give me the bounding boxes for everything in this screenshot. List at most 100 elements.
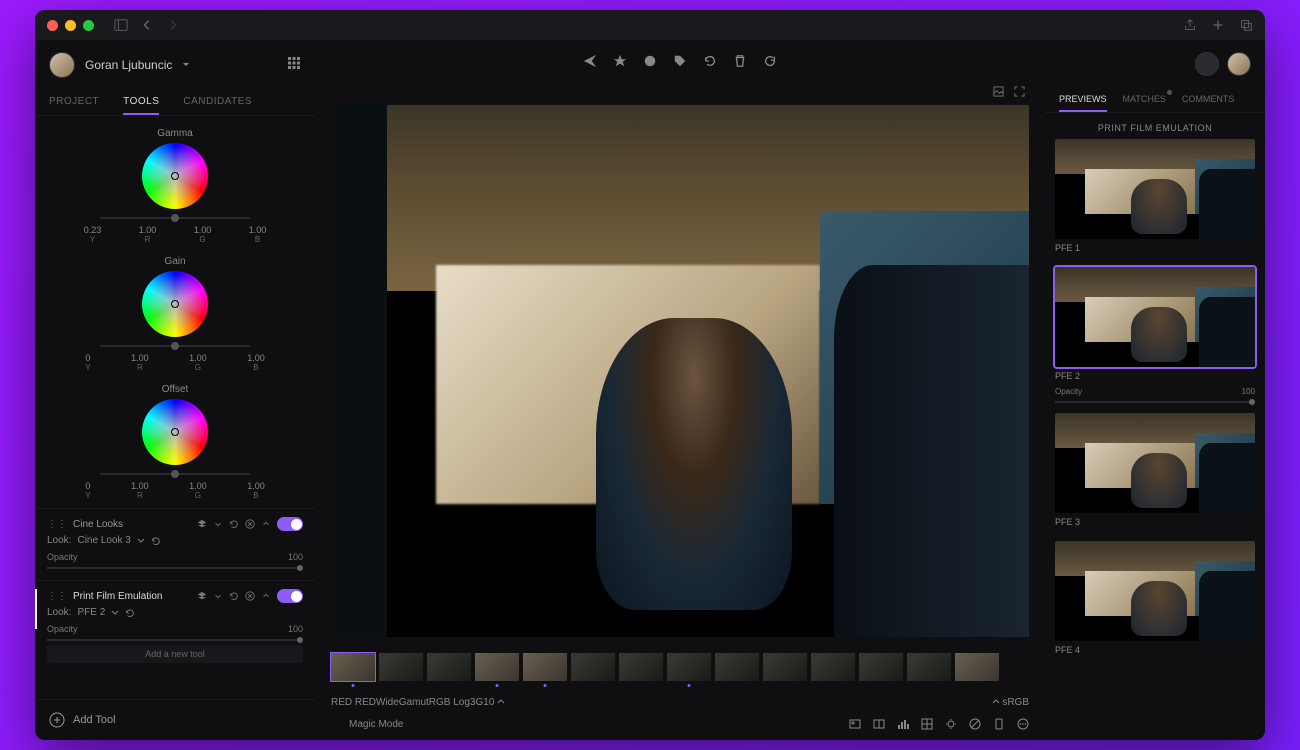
layers-icon[interactable] (197, 591, 207, 601)
compare-icon[interactable] (873, 718, 885, 730)
fullscreen-icon[interactable] (1014, 86, 1025, 97)
collaborator-avatar[interactable] (1195, 52, 1219, 76)
filmstrip-thumb[interactable] (619, 653, 663, 681)
drag-handle-icon[interactable]: ⋮⋮ (47, 519, 67, 530)
gain-control: Gain 0Y 1.00R 1.00G 1.00B (35, 252, 315, 380)
chevron-down-icon[interactable] (213, 591, 223, 601)
tool-toggle[interactable] (277, 589, 303, 603)
gain-slider[interactable] (100, 345, 250, 347)
magic-mode-button[interactable]: Magic Mode (349, 719, 403, 730)
preset-item[interactable]: PFE 3 (1055, 413, 1255, 531)
filmstrip-thumb[interactable] (907, 653, 951, 681)
grid-view-icon[interactable] (287, 56, 301, 75)
chevron-down-icon[interactable] (111, 609, 119, 617)
preset-opacity-slider[interactable] (1055, 401, 1255, 403)
filmstrip-thumb[interactable] (379, 653, 423, 681)
output-colorspace[interactable]: sRGB (992, 697, 1029, 708)
close-window-icon[interactable] (47, 20, 58, 31)
plus-circle-icon (49, 712, 65, 728)
colorspace-label[interactable]: RED REDWideGamutRGB Log3G10 (331, 697, 505, 708)
preset-item[interactable]: PFE 1 (1055, 139, 1255, 257)
tag-icon[interactable] (673, 54, 687, 68)
maximize-window-icon[interactable] (83, 20, 94, 31)
filmstrip-thumb[interactable] (427, 653, 471, 681)
filmstrip-thumb[interactable] (859, 653, 903, 681)
reset-icon[interactable] (125, 608, 135, 618)
reset-icon[interactable] (703, 54, 717, 68)
device-icon[interactable] (993, 718, 1005, 730)
filmstrip-thumb[interactable] (571, 653, 615, 681)
duplicate-icon[interactable] (1239, 18, 1253, 32)
preset-item[interactable]: PFE 4 (1055, 541, 1255, 659)
reset-icon[interactable] (229, 591, 239, 601)
histogram-icon[interactable] (897, 718, 909, 730)
tab-matches[interactable]: MATCHES (1123, 88, 1166, 112)
gain-color-wheel[interactable] (142, 271, 208, 337)
star-icon[interactable] (613, 54, 627, 68)
filmstrip-thumb[interactable] (475, 653, 519, 681)
scopes-icon[interactable] (921, 718, 933, 730)
tool-cine-header[interactable]: ⋮⋮ Cine Looks (47, 517, 303, 531)
filmstrip-thumb[interactable] (955, 653, 999, 681)
tool-toggle[interactable] (277, 517, 303, 531)
preset-item[interactable]: PFE 2 Opacity100 (1055, 267, 1255, 403)
tool-pfe-header[interactable]: ⋮⋮ Print Film Emulation (47, 589, 303, 603)
trash-icon[interactable] (733, 54, 747, 68)
window-controls (47, 20, 94, 31)
sun-icon[interactable] (945, 718, 957, 730)
magic-wand-icon[interactable] (331, 718, 343, 730)
offset-label: Offset (35, 384, 315, 395)
offset-slider[interactable] (100, 473, 250, 475)
nav-forward-icon[interactable] (166, 18, 180, 32)
no-color-icon[interactable] (969, 718, 981, 730)
chevron-up-icon[interactable] (261, 519, 271, 529)
circle-icon[interactable] (643, 54, 657, 68)
chevron-down-icon[interactable] (137, 537, 145, 545)
chevron-down-icon[interactable] (213, 519, 223, 529)
filmstrip-thumb[interactable] (715, 653, 759, 681)
chevron-up-icon[interactable] (261, 591, 271, 601)
cine-look-name: Cine Look 3 (77, 535, 130, 546)
share-icon[interactable] (1183, 18, 1197, 32)
offset-control: Offset 0Y 1.00R 1.00G 1.00B (35, 380, 315, 508)
preset-header: PRINT FILM EMULATION (1045, 113, 1265, 139)
tab-candidates[interactable]: CANDIDATES (183, 90, 252, 115)
reset-icon[interactable] (151, 536, 161, 546)
titlebar (35, 10, 1265, 40)
image-icon[interactable] (993, 86, 1004, 97)
refresh-icon[interactable] (763, 54, 777, 68)
filmstrip-thumb[interactable] (763, 653, 807, 681)
more-icon[interactable] (1017, 718, 1029, 730)
tab-tools[interactable]: TOOLS (123, 90, 159, 115)
add-tool-button[interactable]: Add Tool (35, 699, 315, 740)
close-icon[interactable] (245, 519, 255, 529)
user-avatar[interactable] (1227, 52, 1251, 76)
add-icon[interactable] (1211, 18, 1225, 32)
drag-handle-icon[interactable]: ⋮⋮ (47, 591, 67, 602)
close-icon[interactable] (245, 591, 255, 601)
filmstrip-thumb[interactable] (811, 653, 855, 681)
offset-color-wheel[interactable] (142, 399, 208, 465)
center-panel: RED REDWideGamutRGB Log3G10 sRGB Magic M… (315, 40, 1045, 740)
send-icon[interactable] (583, 54, 597, 68)
picture-icon[interactable] (849, 718, 861, 730)
chevron-down-icon (182, 61, 190, 69)
tab-project[interactable]: PROJECT (49, 90, 99, 115)
nav-back-icon[interactable] (140, 18, 154, 32)
filmstrip-thumb[interactable] (667, 653, 711, 681)
reset-icon[interactable] (229, 519, 239, 529)
pfe-opacity-slider[interactable] (47, 639, 303, 641)
user-menu[interactable]: Goran Ljubuncic (35, 40, 315, 90)
filmstrip-thumb[interactable] (331, 653, 375, 681)
preview-viewer[interactable] (331, 105, 1029, 637)
filmstrip-thumb[interactable] (523, 653, 567, 681)
cine-opacity-slider[interactable] (47, 567, 303, 569)
sidebar-toggle-icon[interactable] (114, 18, 128, 32)
tab-comments[interactable]: COMMENTS (1182, 88, 1235, 112)
tab-previews[interactable]: PREVIEWS (1059, 88, 1107, 112)
gamma-color-wheel[interactable] (142, 143, 208, 209)
add-new-tool-hint[interactable]: Add a new tool (47, 645, 303, 663)
layers-icon[interactable] (197, 519, 207, 529)
minimize-window-icon[interactable] (65, 20, 76, 31)
gamma-slider[interactable] (100, 217, 250, 219)
